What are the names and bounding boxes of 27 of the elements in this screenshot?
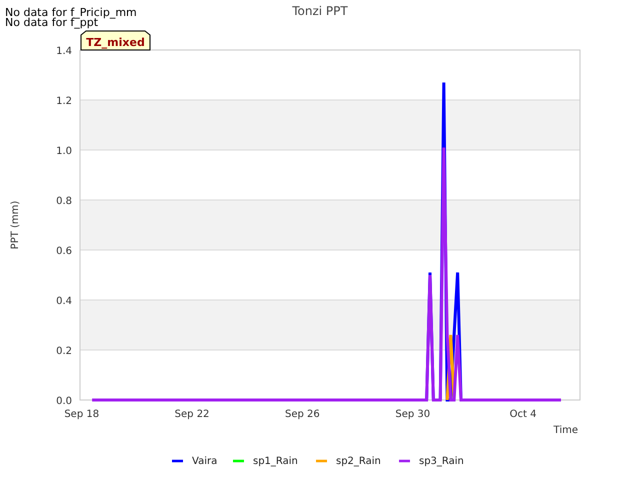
legend-item: sp3_Rain (399, 456, 464, 467)
legend-item: sp2_Rain (316, 456, 381, 467)
tick-label: 0.6 (56, 246, 72, 257)
no-data-note: No data for f_Pricip_mm (5, 8, 137, 18)
legend-label: sp2_Rain (336, 456, 381, 467)
legend-item: Vaira (172, 456, 218, 467)
legend-label: Vaira (192, 456, 218, 467)
site-badge: TZ_mixed (80, 30, 150, 50)
tick-label: 1.4 (56, 46, 72, 57)
tick-label: Sep 18 (64, 409, 100, 420)
tick-label: 1.2 (56, 96, 72, 107)
tick-label: 0.8 (56, 196, 72, 207)
tick-label: 0.4 (56, 296, 72, 307)
tick-label: Sep 26 (285, 409, 320, 420)
axis-title: Time (554, 425, 578, 436)
tick-label: 0.2 (56, 346, 72, 357)
legend-label: sp1_Rain (253, 456, 298, 467)
legend-item: sp1_Rain (233, 456, 298, 467)
tick-label: Sep 30 (395, 409, 430, 420)
axis-title: PPT (mm) (10, 200, 21, 250)
chart-title: Tonzi PPT (292, 4, 348, 18)
tick-label: Sep 22 (174, 409, 210, 420)
no-data-note: No data for f_ppt (5, 18, 98, 28)
tick-label: Oct 4 (510, 409, 537, 420)
tick-label: 0.0 (56, 396, 72, 407)
tick-label: 1.0 (56, 146, 72, 157)
legend-label: sp3_Rain (419, 456, 464, 467)
